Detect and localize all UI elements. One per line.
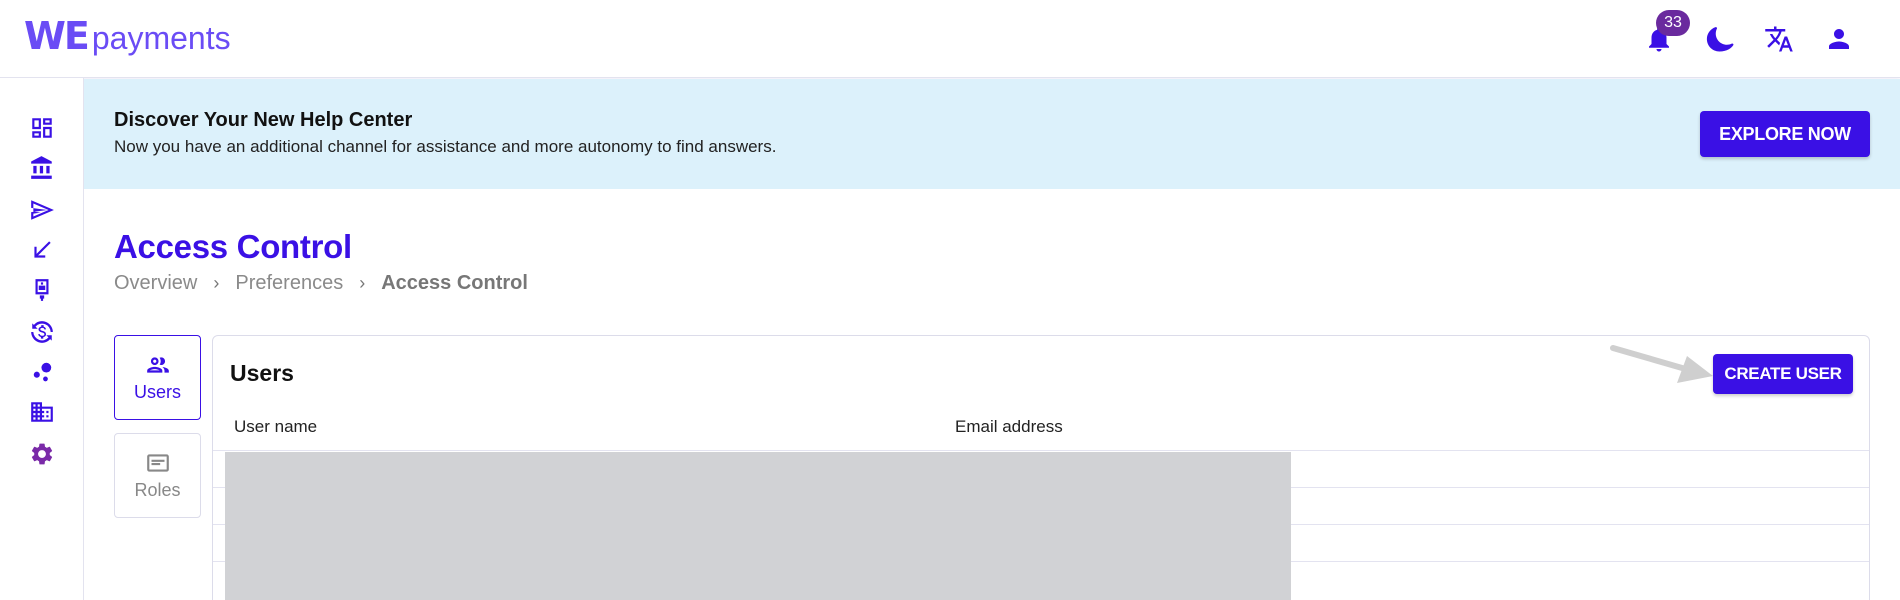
users-panel: Users CREATE USER User name Email addres… <box>212 335 1870 600</box>
breadcrumb-overview[interactable]: Overview <box>114 272 197 295</box>
help-center-banner: Discover Your New Help Center Now you ha… <box>84 79 1900 189</box>
column-header-email-address[interactable]: Email address <box>955 417 1063 437</box>
logo-payments-text: payments <box>91 20 231 56</box>
pointer-arrow-icon <box>1610 345 1713 383</box>
bubbles-icon <box>33 362 52 382</box>
sidebar-item-bank[interactable] <box>24 150 60 186</box>
users-panel-title: Users <box>230 360 294 386</box>
sidebar-item-exchange[interactable] <box>24 314 60 350</box>
breadcrumb-preferences[interactable]: Preferences <box>235 272 343 295</box>
sidebar-item-pos[interactable] <box>24 272 60 308</box>
pos-terminal-icon <box>35 279 49 301</box>
dashboard-icon <box>32 118 52 138</box>
send-icon <box>31 200 54 220</box>
user-account-icon[interactable] <box>1822 22 1856 56</box>
breadcrumb: Overview › Preferences › Access Control <box>114 272 528 295</box>
sidebar <box>0 78 84 600</box>
brand-logo[interactable]: WE payments <box>24 14 231 58</box>
company-icon <box>31 402 53 422</box>
sidebar-item-bubbles[interactable] <box>24 354 60 390</box>
tab-roles-label: Roles <box>134 480 181 500</box>
create-user-button[interactable]: CREATE USER <box>1713 354 1853 394</box>
roles-card-icon <box>146 454 169 472</box>
sidebar-item-send[interactable] <box>24 192 60 228</box>
translate-icon[interactable] <box>1762 22 1796 56</box>
banner-text: Now you have an additional channel for a… <box>114 137 777 156</box>
tab-users[interactable]: Users <box>114 335 201 420</box>
bank-icon <box>31 156 52 179</box>
column-header-user-name[interactable]: User name <box>234 417 317 437</box>
breadcrumb-access-control: Access Control <box>381 272 528 294</box>
notification-count-badge: 33 <box>1656 10 1690 36</box>
page-title: Access Control <box>114 228 352 265</box>
chevron-right-icon: › <box>213 273 220 293</box>
moon-icon[interactable] <box>1702 22 1736 56</box>
explore-now-button[interactable]: EXPLORE NOW <box>1700 111 1870 157</box>
sidebar-item-receive[interactable] <box>24 232 60 268</box>
tab-roles[interactable]: Roles <box>114 433 201 518</box>
tab-users-label: Users <box>133 382 181 402</box>
logo-we-text: WE <box>24 14 90 58</box>
sidebar-item-settings[interactable] <box>24 436 60 472</box>
sidebar-item-dashboard[interactable] <box>24 110 60 146</box>
table-row-divider <box>213 450 1869 451</box>
receive-arrow-icon <box>34 241 51 258</box>
sidebar-item-company[interactable] <box>24 394 60 430</box>
redacted-table-rows <box>225 452 1291 600</box>
top-header: WE payments <box>0 0 1900 78</box>
settings-icon <box>31 443 53 465</box>
users-group-icon <box>146 357 169 373</box>
chevron-right-icon: › <box>359 273 366 293</box>
exchange-icon <box>31 321 53 343</box>
banner-title: Discover Your New Help Center <box>114 109 413 131</box>
